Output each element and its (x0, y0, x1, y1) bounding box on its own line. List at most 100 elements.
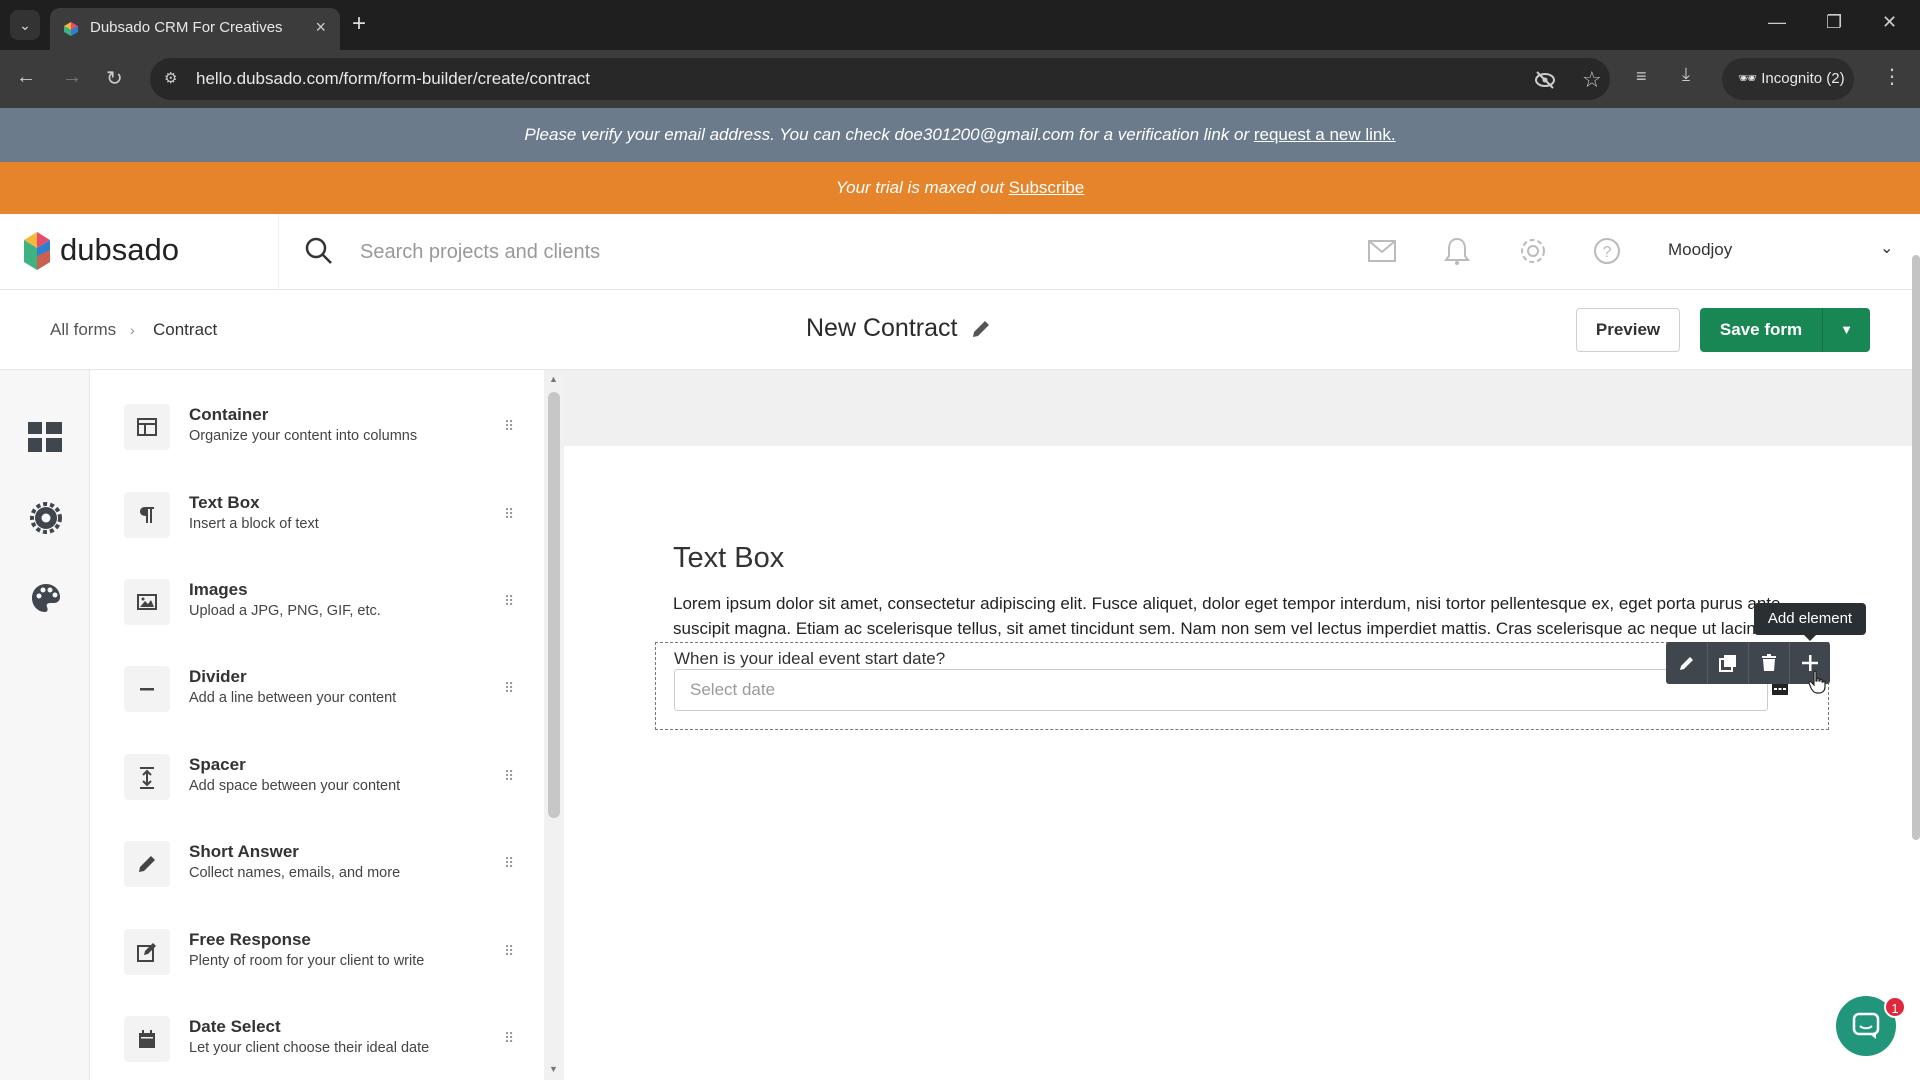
scrollbar-thumb[interactable] (548, 392, 560, 818)
bookmark-star-icon[interactable]: ☆ (1582, 67, 1602, 93)
download-icon[interactable]: ⤓ (1682, 64, 1690, 85)
element-desc: Add a line between your content (189, 690, 397, 706)
edit-box-icon (137, 943, 156, 962)
scroll-up-arrow-icon[interactable]: ▲ (549, 374, 558, 384)
textbox-heading[interactable]: Text Box (673, 542, 784, 575)
close-window-icon[interactable]: ✕ (1882, 12, 1897, 33)
element-desc: Add space between your content (189, 778, 401, 794)
dubsado-logo[interactable]: dubsado (22, 230, 179, 279)
incognito-icon: 🕶 (1738, 70, 1758, 87)
pencil-icon (139, 856, 155, 872)
trial-banner: Your trial is maxed out Subscribe (0, 162, 1920, 214)
save-form-button[interactable]: Save form (1700, 308, 1822, 352)
help-icon[interactable]: ? (1592, 236, 1622, 266)
new-tab-icon[interactable]: + (352, 10, 366, 38)
eye-slash-icon[interactable] (1534, 70, 1556, 90)
elements-panel: Container Organize your content into col… (90, 370, 544, 1080)
breadcrumb-contract: Contract (153, 320, 218, 339)
browser-menu-icon[interactable]: ⋮ (1882, 64, 1902, 89)
drag-handle-icon[interactable]: ⠿ (504, 943, 514, 960)
paragraph-icon (140, 507, 154, 523)
add-element-tooltip: Add element (1754, 603, 1866, 641)
tab-list-button[interactable]: ⌄ (10, 10, 40, 40)
subscribe-link[interactable]: Subscribe (1009, 178, 1085, 197)
drag-handle-icon[interactable]: ⠿ (504, 1030, 514, 1047)
verify-text: Please verify your email address. You ca… (524, 125, 1254, 144)
drag-handle-icon[interactable]: ⠿ (504, 418, 514, 435)
drag-handle-icon[interactable]: ⠿ (504, 506, 514, 523)
element-icon-box (124, 404, 170, 450)
duplicate-element-button[interactable] (1707, 642, 1748, 684)
close-tab-icon[interactable]: × (315, 17, 326, 38)
dubsado-logo-icon (24, 232, 50, 270)
chevron-down-icon[interactable]: ⌄ (1880, 238, 1893, 258)
element-icon-box (124, 754, 170, 800)
textbox-body[interactable]: Lorem ipsum dolor sit amet, consectetur … (673, 591, 1813, 641)
incognito-indicator[interactable]: 🕶 Incognito (2) (1722, 58, 1854, 100)
browser-tab-bar: ⌄ Dubsado CRM For Creatives × + — ❐ ✕ (0, 0, 1920, 50)
copy-icon (1719, 655, 1736, 672)
address-bar[interactable]: ⚙ hello.dubsado.com/form/form-builder/cr… (150, 58, 1610, 100)
back-icon[interactable]: ← (16, 66, 36, 89)
element-spacer[interactable]: Spacer Add space between your content ⠿ (124, 746, 524, 816)
save-options-dropdown[interactable]: ▼ (1822, 308, 1870, 352)
search-input[interactable] (360, 236, 1260, 268)
columns-icon (137, 418, 157, 436)
element-name: Spacer (189, 755, 246, 774)
element-desc: Insert a block of text (189, 516, 319, 532)
element-images[interactable]: Images Upload a JPG, PNG, GIF, etc. ⠿ (124, 571, 524, 641)
element-container[interactable]: Container Organize your content into col… (124, 396, 524, 466)
search-icon (305, 237, 332, 264)
drag-handle-icon[interactable]: ⠿ (504, 855, 514, 872)
minimize-icon[interactable]: — (1768, 12, 1786, 33)
element-short-answer[interactable]: Short Answer Collect names, emails, and … (124, 833, 524, 903)
settings-gear-icon[interactable] (1518, 236, 1548, 266)
form-settings-gear-icon[interactable] (30, 502, 62, 534)
tab-title: Dubsado CRM For Creatives (90, 19, 283, 36)
date-calendar-icon[interactable] (1772, 683, 1788, 695)
element-toolbar (1666, 642, 1830, 684)
pencil-icon (1680, 657, 1693, 670)
delete-element-button[interactable] (1748, 642, 1789, 684)
restore-icon[interactable]: ❐ (1826, 12, 1842, 33)
chat-notification-badge: 1 (1884, 996, 1906, 1018)
page-scrollbar[interactable] (1912, 255, 1920, 840)
bell-icon[interactable] (1444, 236, 1470, 266)
elements-grid-icon[interactable] (28, 422, 62, 452)
element-free-response[interactable]: Free Response Plenty of room for your cl… (124, 921, 524, 991)
element-text-box[interactable]: Text Box Insert a block of text ⠿ (124, 484, 524, 554)
palette-icon[interactable] (30, 582, 62, 614)
preview-button[interactable]: Preview (1576, 308, 1680, 352)
element-icon-box (124, 579, 170, 625)
date-select-block[interactable]: When is your ideal event start date? (655, 642, 1829, 730)
edit-title-pencil-icon[interactable] (970, 318, 992, 340)
drag-handle-icon[interactable]: ⠿ (504, 680, 514, 697)
request-new-link[interactable]: request a new link. (1254, 125, 1396, 144)
calendar-icon (139, 1030, 155, 1048)
element-desc: Plenty of room for your client to write (189, 953, 425, 969)
element-divider[interactable]: Divider Add a line between your content … (124, 658, 524, 728)
media-icon[interactable]: ≡ (1636, 66, 1647, 87)
minus-icon (140, 688, 154, 691)
user-menu-name[interactable]: Moodjoy (1668, 240, 1732, 260)
drag-handle-icon[interactable]: ⠿ (504, 593, 514, 610)
mail-icon[interactable] (1368, 240, 1396, 262)
select-date-input[interactable] (674, 669, 1768, 711)
element-date-select[interactable]: Date Select Let your client choose their… (124, 1008, 524, 1078)
breadcrumb-all-forms[interactable]: All forms (50, 320, 116, 340)
drag-handle-icon[interactable]: ⠿ (504, 768, 514, 785)
element-desc: Organize your content into columns (189, 428, 418, 444)
reload-icon[interactable]: ↻ (106, 66, 123, 91)
scroll-down-arrow-icon[interactable]: ▼ (549, 1064, 558, 1074)
element-name: Free Response (189, 930, 311, 949)
builder-left-rail (0, 370, 90, 1080)
site-info-icon[interactable]: ⚙ (164, 69, 177, 87)
element-icon-box (124, 666, 170, 712)
elements-panel-scrollbar[interactable]: ▲ ▼ (544, 370, 564, 1080)
element-name: Container (189, 405, 269, 424)
edit-element-button[interactable] (1666, 642, 1707, 684)
element-icon-box (124, 1016, 170, 1062)
forward-icon[interactable]: → (62, 66, 82, 89)
browser-tab[interactable]: Dubsado CRM For Creatives × (50, 8, 340, 50)
element-name: Date Select (189, 1017, 281, 1036)
